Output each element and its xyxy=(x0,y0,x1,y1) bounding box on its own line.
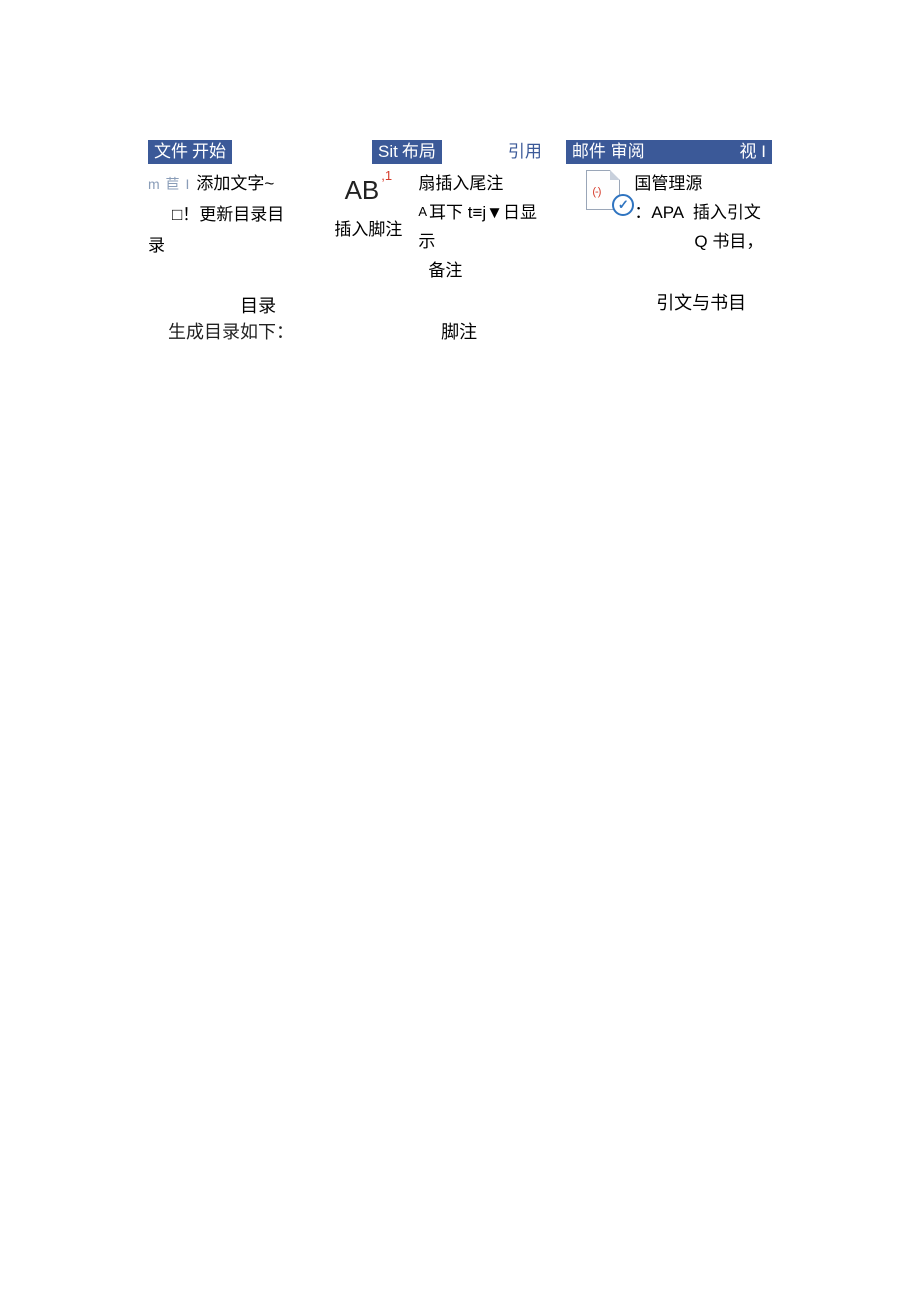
tab-layout-group[interactable]: Sit 布局 xyxy=(372,140,442,164)
document-body-text: 生成目录如下： xyxy=(168,318,294,344)
bibliography-button[interactable]: Q 书目 xyxy=(694,232,746,251)
insert-footnote-label[interactable]: 插入脚注 xyxy=(334,216,402,243)
tab-home[interactable]: 开始 xyxy=(192,140,226,164)
update-toc-button[interactable]: □！更新目录目 xyxy=(172,201,284,228)
insert-endnote-button[interactable]: 扇插入尾注 xyxy=(418,170,503,199)
tab-references-label: 引用 xyxy=(508,140,542,164)
tab-layout[interactable]: 布局 xyxy=(402,140,436,164)
insert-citation-button[interactable]: 插入引文 xyxy=(693,203,761,222)
insert-footnote-icon[interactable]: AB xyxy=(345,170,380,212)
group-citations: (-) ✓ 国管理源 ：APA 插入引文 Q 书目， 引文与书目 xyxy=(586,170,772,346)
tab-file[interactable]: 文件 xyxy=(154,140,188,164)
citation-style-row[interactable]: ：APA 插入引文 xyxy=(634,199,763,228)
next-footnote-button[interactable]: A耳下 t≡j▼日显示 xyxy=(418,199,547,257)
footnote-sup: ,1 xyxy=(381,168,392,183)
ribbon-tabs: 文件 开始 Sit 布局 引用 邮件 审阅 视 I xyxy=(148,140,772,164)
tab-review[interactable]: 审阅 xyxy=(611,142,645,161)
tab-sit: Sit xyxy=(378,140,398,164)
group-citations-label: 引文与书目 xyxy=(630,289,772,318)
group-footnotes-label: 脚注 xyxy=(370,318,547,347)
ribbon: 文件 开始 Sit 布局 引用 邮件 审阅 视 I m 苣 I 添加文字~ xyxy=(148,140,772,346)
tab-view[interactable]: 视 I xyxy=(740,140,766,164)
group-toc-label: 目录 xyxy=(192,292,324,321)
tab-mail-review-view[interactable]: 邮件 审阅 视 I xyxy=(566,140,772,164)
insert-citation-icon[interactable]: (-) ✓ xyxy=(586,170,628,212)
tab-references-active[interactable]: 引用 xyxy=(502,140,548,164)
group-footnotes: AB,1 插入脚注 扇插入尾注 A耳下 t≡j▼日显示 备注 脚注 xyxy=(334,170,547,346)
tab-file-home[interactable]: 文件 开始 xyxy=(148,140,232,164)
tab-mail[interactable]: 邮件 xyxy=(572,142,606,161)
toc-lu: 录 xyxy=(148,236,165,255)
style-value: APA xyxy=(651,203,684,222)
manage-sources-button[interactable]: 国管理源 xyxy=(634,170,763,199)
toc-icon-text: m 苣 I xyxy=(148,173,190,195)
show-notes-button[interactable]: 备注 xyxy=(428,257,462,286)
add-text-button[interactable]: 添加文字~ xyxy=(196,170,274,197)
